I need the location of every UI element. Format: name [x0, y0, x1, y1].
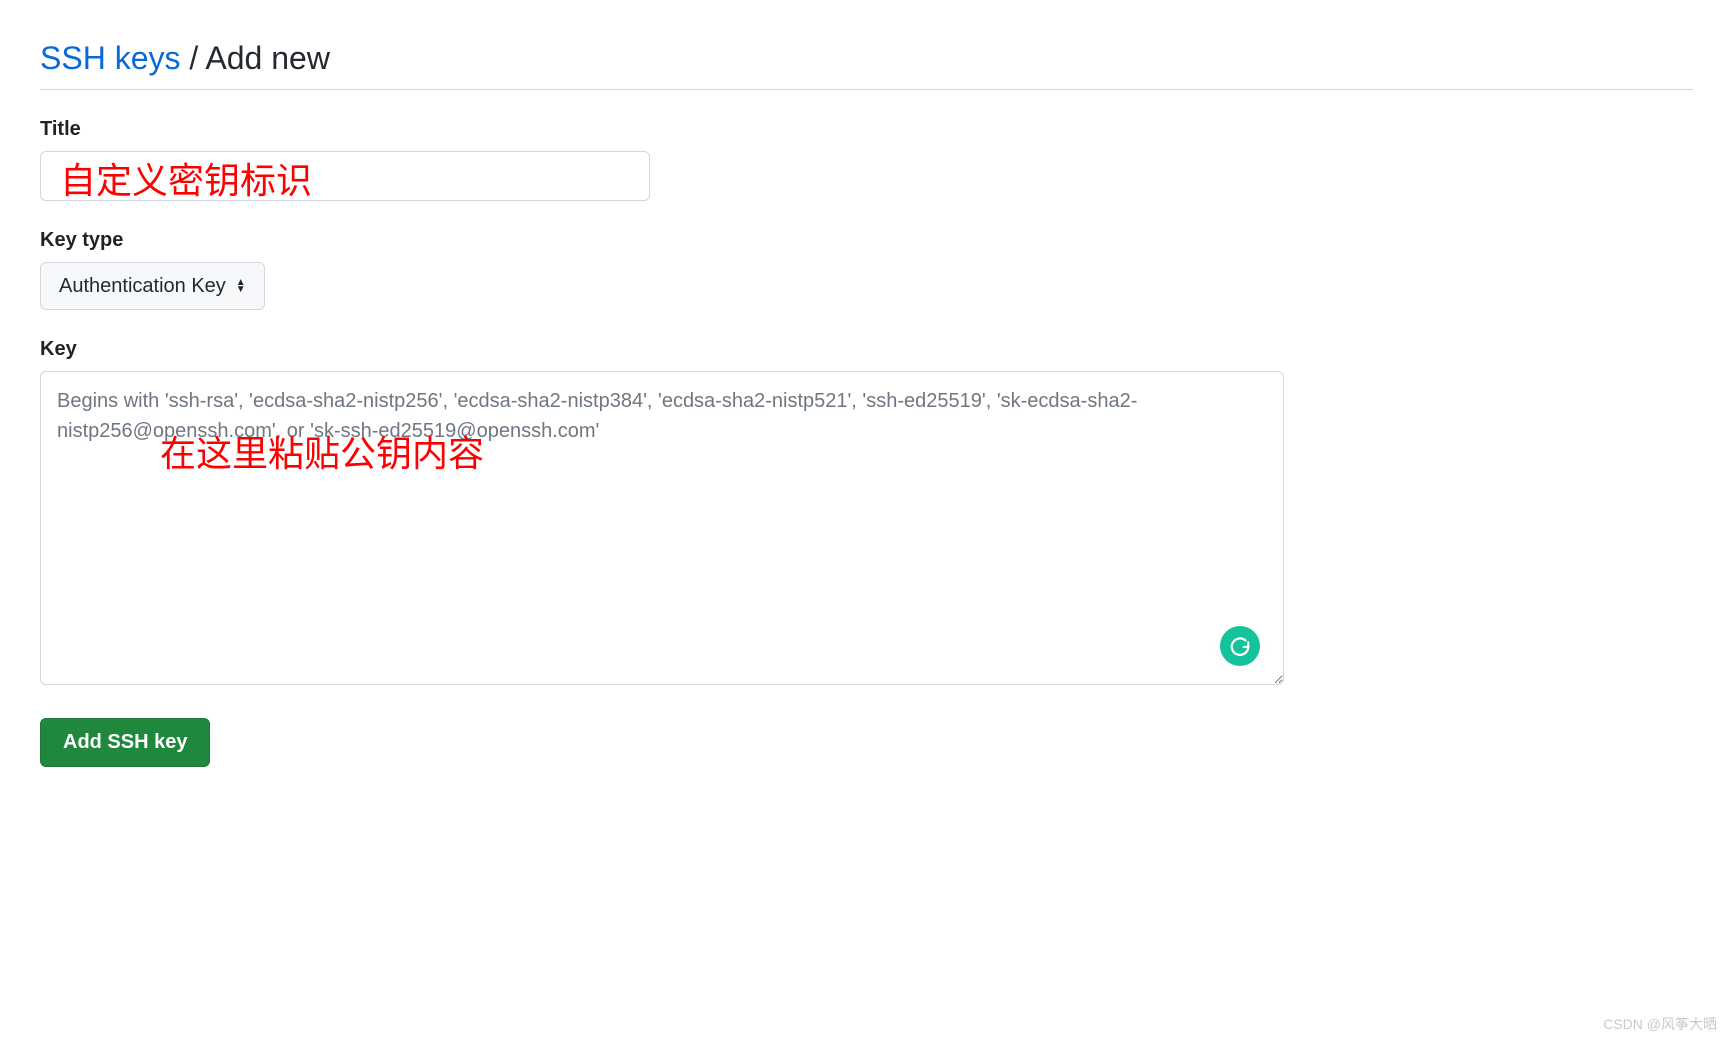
csdn-watermark: CSDN @风筝大晒: [1603, 1014, 1717, 1034]
title-group: Title 自定义密钥标识: [40, 118, 1693, 201]
breadcrumb-current: Add new: [205, 40, 330, 76]
key-type-selected-value: Authentication Key: [59, 275, 226, 298]
title-label: Title: [40, 118, 1693, 141]
key-group: Key 在这里粘贴公钥内容: [40, 338, 1693, 690]
key-textarea-container: 在这里粘贴公钥内容: [40, 371, 1284, 690]
select-caret-icon: ▲ ▼: [236, 279, 246, 293]
key-label: Key: [40, 338, 1693, 361]
grammarly-icon[interactable]: [1220, 626, 1260, 666]
key-textarea[interactable]: [40, 371, 1284, 685]
breadcrumb-ssh-keys-link[interactable]: SSH keys: [40, 40, 180, 76]
key-type-label: Key type: [40, 229, 1693, 252]
add-ssh-key-button[interactable]: Add SSH key: [40, 718, 210, 767]
key-type-select[interactable]: Authentication Key ▲ ▼: [40, 262, 265, 310]
key-type-group: Key type Authentication Key ▲ ▼: [40, 229, 1693, 310]
title-input[interactable]: [40, 151, 650, 201]
breadcrumb-separator: /: [189, 40, 198, 76]
breadcrumb: SSH keys / Add new: [40, 40, 1693, 90]
